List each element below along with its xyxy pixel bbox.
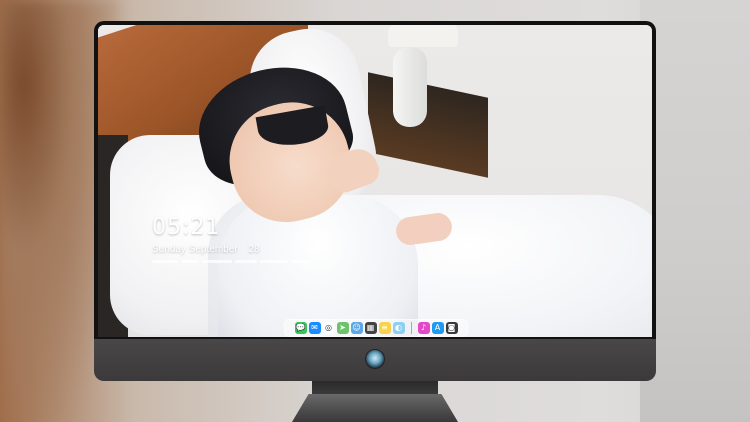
photos-icon[interactable]: ◐: [392, 322, 405, 334]
dock-separator: [410, 322, 412, 334]
lock-screen-weekday: Sunday: [152, 244, 186, 255]
dock: 💬 ✉ ◎ ➤ ☺ ▦ ≡ ◐ ♪ A ◙: [284, 319, 468, 337]
lock-screen-clock: 05:21: [152, 215, 221, 240]
camera-icon[interactable]: ◙: [445, 322, 458, 334]
maps-icon[interactable]: ➤: [336, 322, 349, 334]
background-blur-right: [640, 0, 750, 422]
finder-icon[interactable]: ☺: [350, 322, 363, 334]
lock-screen-date: Sunday September 28: [152, 244, 260, 255]
monitor-stand-base: [292, 394, 458, 422]
wallpaper-lamp-shade: [388, 25, 458, 47]
desktop-monitor: 05:21 Sunday September 28 💬 ✉ ◎ ➤ ☺ ▦ ≡ ◐ ♪ A ◙: [94, 21, 656, 381]
wallpaper-shirt: [218, 195, 418, 337]
lock-screen-subtext-placeholder: [152, 260, 312, 264]
lock-screen-day: 28: [248, 244, 260, 255]
monitor-screen: 05:21 Sunday September 28 💬 ✉ ◎ ➤ ☺ ▦ ≡ ◐ ♪ A ◙: [98, 25, 652, 337]
clapper-icon[interactable]: ▦: [364, 322, 377, 334]
app-store-icon[interactable]: A: [431, 322, 444, 334]
messages-icon[interactable]: 💬: [294, 322, 307, 334]
brand-logo-icon: [365, 349, 385, 369]
itunes-icon[interactable]: ♪: [417, 322, 430, 334]
wallpaper-lamp-base: [393, 47, 427, 127]
monitor-bezel: 05:21 Sunday September 28 💬 ✉ ◎ ➤ ☺ ▦ ≡ ◐ ♪ A ◙: [94, 21, 656, 339]
mail-icon[interactable]: ✉: [308, 322, 321, 334]
safari-icon[interactable]: ◎: [322, 322, 335, 334]
monitor-stand-neck: [312, 381, 438, 395]
lock-screen-month: September: [188, 244, 238, 255]
monitor-chin: [94, 339, 656, 381]
notes-icon[interactable]: ≡: [378, 322, 391, 334]
